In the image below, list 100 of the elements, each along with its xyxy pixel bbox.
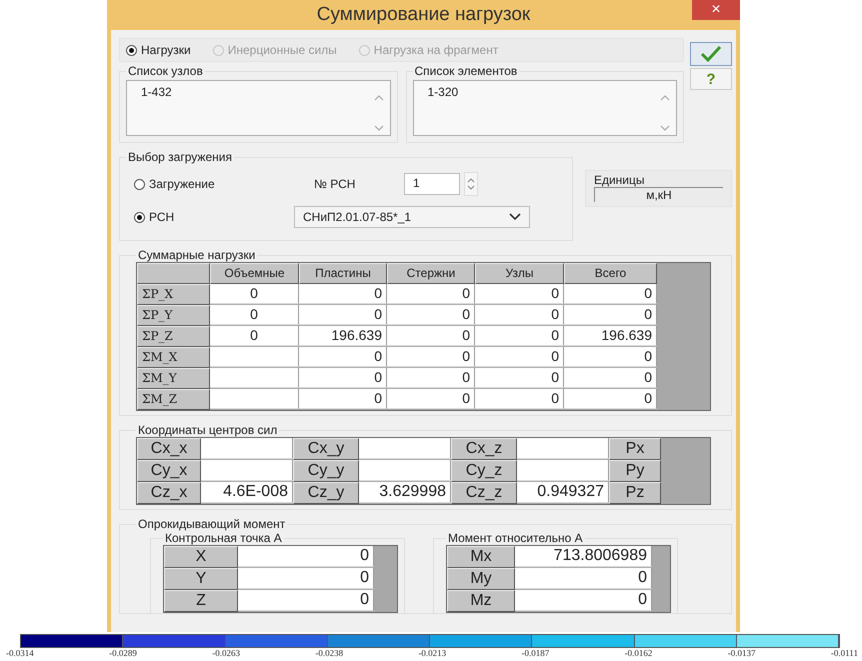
close-button[interactable]: × <box>692 0 740 20</box>
radio-option[interactable]: Загружение <box>134 177 294 191</box>
table-cell: 3.629998 <box>359 482 451 503</box>
scale-label: -0.0111 <box>830 648 858 658</box>
column-header: Всего <box>564 263 657 284</box>
scale-label: -0.0238 <box>315 648 344 658</box>
radio-circle-icon[interactable] <box>126 44 137 56</box>
list-field[interactable]: 1-320 <box>412 80 677 136</box>
table-cell: 0 <box>564 389 657 409</box>
group-title: Список узлов <box>127 64 204 78</box>
radio-circle-icon[interactable] <box>134 212 145 222</box>
table-cell: 0 <box>387 326 475 346</box>
table-cell: 0 <box>210 284 299 304</box>
table-cell: 0 <box>299 284 387 304</box>
table-cell: 4.6E-008 <box>201 482 293 503</box>
field-label: № РСН <box>313 177 356 191</box>
scroll-up-icon[interactable] <box>660 95 670 101</box>
column-header: Объемные <box>210 263 299 284</box>
group-title: Контрольная точка А <box>164 531 283 545</box>
table-cell: 0 <box>564 284 657 304</box>
column-header: Пластины <box>299 263 387 284</box>
table-cell: 0 <box>387 368 475 388</box>
row-header: Cy_x <box>137 460 201 482</box>
group-title: Выбор загружения <box>127 150 233 164</box>
row-header: Cx_z <box>451 438 517 460</box>
scale-label: -0.0137 <box>728 648 756 658</box>
row-header: Cz_y <box>293 482 359 504</box>
scroll-up-icon[interactable] <box>374 95 384 101</box>
number-field[interactable]: 1 <box>404 173 460 195</box>
column-header: Стержни <box>387 263 475 284</box>
row-header: Px <box>609 438 661 460</box>
units-title: Единицы <box>594 173 723 188</box>
scroll-down-icon[interactable] <box>660 125 670 131</box>
row-header: Y <box>164 568 238 590</box>
row-header: ΣP_Z <box>137 326 210 347</box>
table-cell: 0 <box>210 305 299 325</box>
row-header: Cz_z <box>451 482 517 504</box>
table-cell: 0 <box>564 347 657 367</box>
radio-option[interactable]: РСН <box>134 210 294 224</box>
table-cell: 0 <box>210 326 299 346</box>
table-cell: 0 <box>387 389 475 409</box>
help-button[interactable]: ? <box>690 68 732 90</box>
table-cell: 0 <box>475 284 564 304</box>
row-header: Pz <box>609 482 661 504</box>
group-title: Суммарные нагрузки <box>137 248 256 262</box>
scale-label: -0.0263 <box>212 648 240 658</box>
row-header: X <box>164 546 238 568</box>
group-title: Опрокидывающий момент <box>137 517 286 531</box>
row-header: Cy_z <box>451 460 517 482</box>
checkmark-icon <box>700 45 722 63</box>
table-cell: 0 <box>475 347 564 367</box>
table-cell: 0 <box>564 368 657 388</box>
table-cell: 0 <box>515 568 652 589</box>
row-header: My <box>447 568 515 590</box>
group-title: Список элементов <box>414 64 518 78</box>
group-title: Координаты центров сил <box>137 423 278 437</box>
scale-label: -0.0314 <box>6 648 34 658</box>
row-header: ΣP_Y <box>137 305 210 326</box>
table-cell: 0 <box>299 389 387 409</box>
table-cell: 0 <box>299 368 387 388</box>
table-cell: 0 <box>387 347 475 367</box>
table-cell: 0 <box>475 305 564 325</box>
table-cell: 0 <box>475 326 564 346</box>
table-cell: 196.639 <box>299 326 387 346</box>
row-header: Cx_y <box>293 438 359 460</box>
row-header: ΣP_X <box>137 284 210 305</box>
table-cell: 0 <box>387 305 475 325</box>
table-cell: 0 <box>238 568 374 589</box>
scroll-down-icon[interactable] <box>374 125 384 131</box>
table-cell: 0 <box>387 284 475 304</box>
table-cell: 0 <box>238 546 374 567</box>
row-header: ΣM_Y <box>137 368 210 389</box>
row-header: Cx_x <box>137 438 201 460</box>
radio-option[interactable]: Нагрузки <box>126 43 191 57</box>
row-header: ΣM_X <box>137 347 210 368</box>
table-cell: 0 <box>475 389 564 409</box>
row-header: Cy_y <box>293 460 359 482</box>
row-header: Cz_x <box>137 482 201 504</box>
list-field[interactable]: 1-432 <box>126 80 390 136</box>
radio-circle-icon[interactable] <box>134 178 145 190</box>
table-cell: 0 <box>564 305 657 325</box>
units-value: м,кН <box>594 188 723 202</box>
table-cell: 713.8006989 <box>515 546 652 567</box>
table-cell: 0 <box>475 368 564 388</box>
table-cell: 0 <box>238 590 374 611</box>
combination-dropdown[interactable]: СНиП2.01.07-85*_1 <box>294 206 530 228</box>
spin-buttons[interactable] <box>464 172 478 196</box>
table-cell: 0 <box>515 590 652 611</box>
scale-label: -0.0187 <box>522 648 550 658</box>
window-title: Суммирование нагрузок <box>316 4 530 26</box>
row-header: Z <box>164 590 238 612</box>
scale-label: -0.0213 <box>418 648 446 658</box>
scale-label: -0.0162 <box>624 648 652 658</box>
row-header: ΣM_Z <box>137 389 210 410</box>
row-header: Mx <box>447 546 515 568</box>
table-cell: 0 <box>299 347 387 367</box>
scale-label: -0.0289 <box>109 648 137 658</box>
row-header: Mz <box>447 590 515 612</box>
column-header: Узлы <box>475 263 564 284</box>
ok-button[interactable] <box>690 42 732 66</box>
